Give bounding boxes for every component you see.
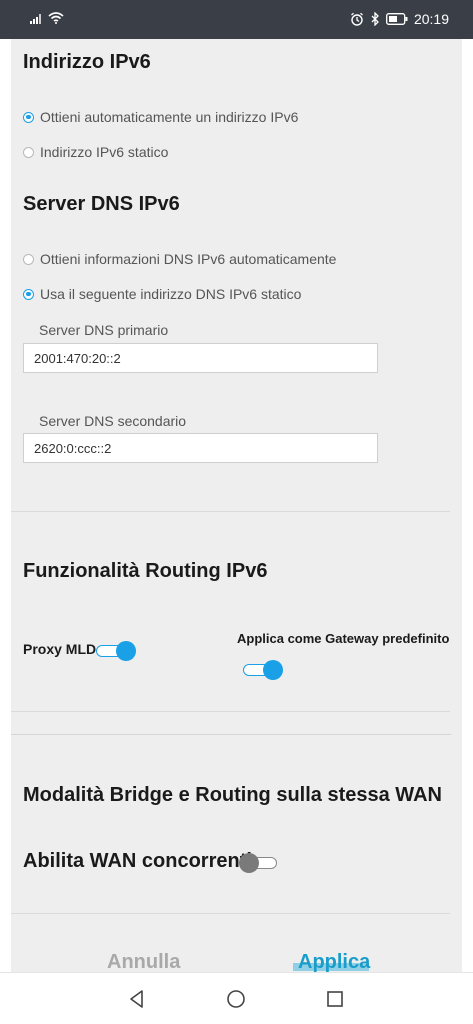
alarm-icon [351,12,363,26]
wifi-icon [48,12,64,24]
status-right: 20:19 [350,10,449,28]
radio-auto-ipv6-label: Ottieni automaticamente un indirizzo IPv… [40,109,299,125]
concurrent-wan-label: Abilita WAN concorrenti [23,850,252,872]
settings-page[interactable]: Indirizzo IPv6 Ottieni automaticamente u… [11,39,462,972]
proxy-mld-toggle[interactable] [96,641,136,661]
routing-title: Funzionalità Routing IPv6 [23,560,268,582]
proxy-mld-knob [116,641,136,661]
divider [11,511,450,512]
radio-auto-dns[interactable]: Ottieni informazioni DNS IPv6 automatica… [23,251,336,267]
secondary-dns-label: Server DNS secondario [39,413,187,429]
divider [11,711,450,712]
radio-static-ipv6[interactable]: Indirizzo IPv6 statico [23,144,168,160]
gateway-knob [263,660,283,680]
bridge-title: Modalità Bridge e Routing sulla stessa W… [23,784,442,806]
concurrent-wan-toggle[interactable] [239,853,279,873]
status-left [30,12,64,24]
radio-static-dns-circle[interactable] [23,288,34,300]
battery-icon [386,13,408,25]
status-time: 20:19 [413,11,449,27]
cancel-button[interactable]: Annulla [107,951,180,972]
divider [11,734,451,735]
recents-icon[interactable] [324,988,346,1010]
concurrent-wan-knob [239,853,259,873]
radio-static-dns-label: Usa il seguente indirizzo DNS IPv6 stati… [40,286,302,302]
radio-auto-dns-label: Ottieni informazioni DNS IPv6 automatica… [40,251,337,267]
radio-static-ipv6-circle[interactable] [23,146,34,158]
status-bar: 20:19 [0,0,473,39]
primary-dns-label: Server DNS primario [39,322,169,338]
radio-static-ipv6-label: Indirizzo IPv6 statico [40,144,169,160]
ipv6-address-title: Indirizzo IPv6 [23,51,151,73]
primary-dns-input[interactable]: 2001:470:20::2 [23,343,378,373]
apply-button[interactable]: Applica [298,951,370,972]
navigation-bar [0,972,473,1024]
radio-auto-ipv6-circle[interactable] [23,111,34,123]
radio-static-dns[interactable]: Usa il seguente indirizzo DNS IPv6 stati… [23,286,301,302]
bluetooth-icon [371,12,379,26]
signal-icon [30,14,41,24]
proxy-mld-label: Proxy MLD [23,641,97,657]
back-icon[interactable] [126,988,148,1010]
secondary-dns-input[interactable]: 2620:0:ccc::2 [23,433,378,463]
gateway-toggle[interactable] [243,660,283,680]
radio-auto-ipv6[interactable]: Ottieni automaticamente un indirizzo IPv… [23,109,298,125]
dns-title: Server DNS IPv6 [23,193,180,215]
radio-auto-dns-circle[interactable] [23,253,34,265]
gateway-label: Applica come Gateway predefinito [237,631,450,646]
home-icon[interactable] [225,988,247,1010]
divider [11,913,450,914]
